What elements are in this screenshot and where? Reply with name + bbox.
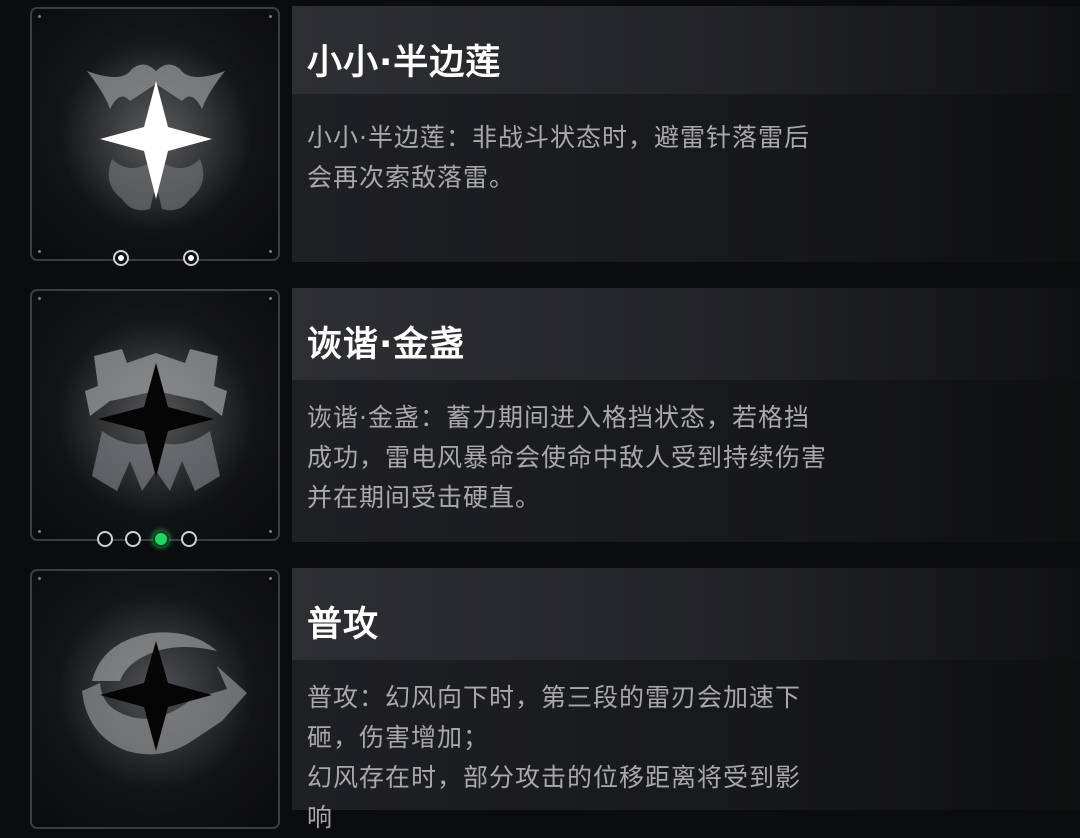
level-dot[interactable] (183, 250, 199, 266)
level-dot-active[interactable] (153, 531, 169, 547)
skill-description-1: 小小·半边莲：非战斗状态时，避雷针落雷后 会再次索敌落雷。 (307, 123, 810, 192)
dark-star-emblem-icon (58, 321, 254, 517)
level-dot[interactable] (125, 531, 141, 547)
level-dot[interactable] (97, 531, 113, 547)
skill-title-bar-3 (292, 568, 1080, 660)
level-dot[interactable] (113, 250, 129, 266)
level-dot[interactable] (181, 531, 197, 547)
skill-icon-frame-2[interactable] (30, 289, 280, 541)
skill-level-dots-2 (97, 531, 197, 547)
bright-star-emblem-icon (61, 42, 251, 232)
skill-level-dots-1 (113, 250, 199, 266)
skill-icon-frame-1[interactable] (30, 7, 280, 261)
skill-description-3: 普攻：幻风向下时，第三段的雷刃会加速下 砸，伤害增加； 幻风存在时，部分攻击的位… (307, 683, 802, 832)
dark-star-wind-icon (58, 595, 254, 791)
skill-title-2: 诙谐·金盏 (307, 325, 466, 365)
skill-icon-frame-3[interactable] (30, 569, 280, 829)
skill-title-1: 小小·半边莲 (307, 43, 502, 83)
skill-description-2: 诙谐·金盏：蓄力期间进入格挡状态，若格挡 成功，雷电风暴命会使命中敌人受到持续伤… (307, 403, 828, 512)
skill-title-3: 普攻 (307, 605, 380, 645)
